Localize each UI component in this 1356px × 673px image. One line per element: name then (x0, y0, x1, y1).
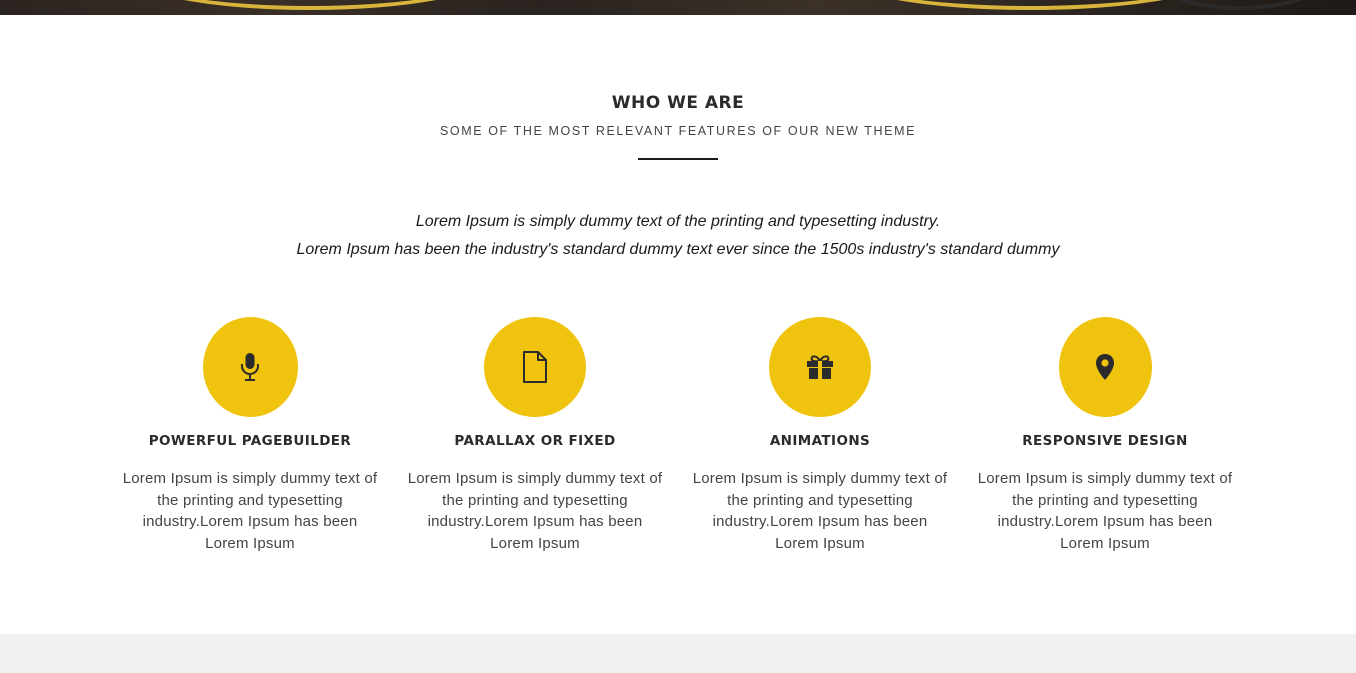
title-divider (638, 158, 718, 160)
hero-image-strip (0, 0, 1356, 15)
feature-title: PARALLAX OR FIXED (454, 433, 616, 449)
feature-icon-circle (769, 317, 871, 417)
bicycle-wheel-image (130, 0, 490, 10)
feature-pagebuilder: POWERFUL PAGEBUILDER Lorem Ipsum is simp… (120, 317, 380, 552)
feature-text: Lorem Ipsum is simply dummy text of the … (407, 470, 663, 552)
feature-icon-circle (484, 317, 586, 417)
feature-title: ANIMATIONS (769, 433, 871, 449)
bicycle-wheel-image (840, 0, 1220, 10)
microphone-icon (239, 352, 261, 382)
intro-text: Lorem Ipsum is simply dummy text of the … (0, 208, 1356, 264)
intro-line: Lorem Ipsum has been the industry's stan… (296, 241, 1060, 258)
feature-animations: ANIMATIONS Lorem Ipsum is simply dummy t… (690, 317, 950, 552)
feature-title: POWERFUL PAGEBUILDER (148, 433, 352, 449)
gift-icon (806, 354, 834, 380)
feature-text: Lorem Ipsum is simply dummy text of the … (692, 470, 948, 552)
intro-line: Lorem Ipsum is simply dummy text of the … (415, 213, 941, 230)
section-title: WHO WE ARE (611, 93, 745, 113)
feature-text: Lorem Ipsum is simply dummy text of the … (122, 470, 378, 552)
map-pin-icon (1095, 353, 1115, 381)
document-icon (522, 351, 548, 383)
feature-responsive: RESPONSIVE DESIGN Lorem Ipsum is simply … (975, 317, 1235, 552)
feature-title: RESPONSIVE DESIGN (1022, 433, 1188, 449)
feature-icon-circle (202, 317, 298, 417)
feature-parallax: PARALLAX OR FIXED Lorem Ipsum is simply … (405, 317, 665, 552)
bicycle-wheel-image (1150, 0, 1330, 10)
feature-text: Lorem Ipsum is simply dummy text of the … (977, 470, 1233, 552)
next-section-band (0, 634, 1356, 673)
section-subtitle: SOME OF THE MOST RELEVANT FEATURES OF OU… (439, 124, 917, 138)
feature-icon-circle (1058, 317, 1152, 417)
